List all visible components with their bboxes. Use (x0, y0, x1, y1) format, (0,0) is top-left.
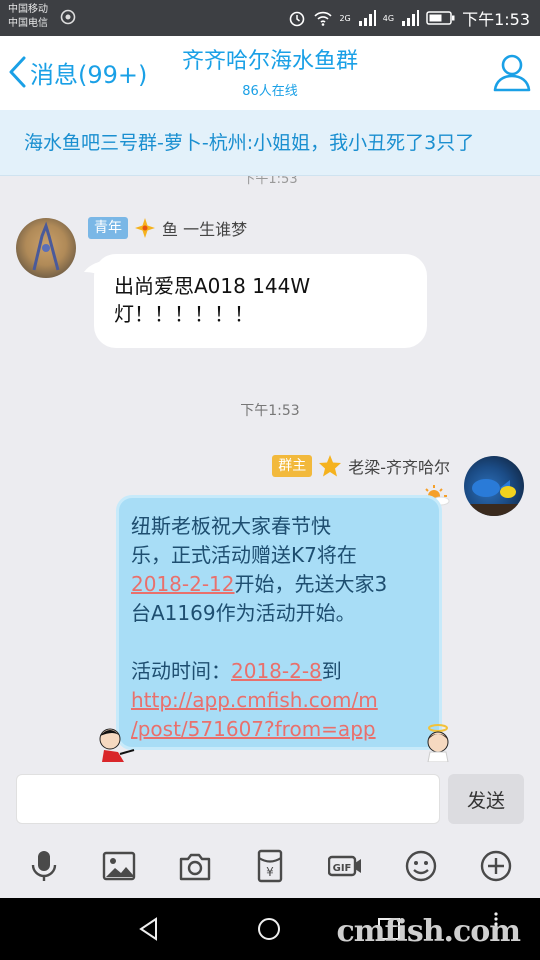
input-toolbar: ¥ GIF (0, 834, 540, 898)
image-icon (102, 851, 136, 881)
nav-back-icon[interactable] (136, 916, 162, 942)
message-text-line: http://app.cmfish.com/m (131, 686, 427, 715)
wifi-icon (314, 11, 333, 26)
message-text-fragment: 活动时间： (131, 659, 231, 683)
message-text-line: 灯！！！！！！ (114, 302, 254, 326)
sender-name: 鱼 一生谁梦 (162, 220, 248, 239)
red-packet-icon: ¥ (257, 849, 283, 883)
title-group[interactable]: 齐齐哈尔海水鱼群 86人在线 (120, 48, 420, 99)
red-packet-button[interactable]: ¥ (251, 847, 289, 885)
star-icon (319, 455, 342, 477)
chevron-left-icon (9, 56, 26, 88)
date-link[interactable]: 2018-2-12 (131, 572, 235, 596)
message-text-line: 乐，正式活动赠送K7将在 (131, 543, 357, 567)
cartoon-character-icon (99, 728, 135, 762)
svg-text:¥: ¥ (266, 865, 274, 879)
message-text-line: 2018-2-12开始，先送大家3 (131, 570, 427, 599)
url-link[interactable]: /post/571607?from=app (131, 717, 376, 741)
carrier-2: 中国电信 (8, 18, 48, 29)
avatar[interactable] (464, 456, 524, 516)
alarm-icon (290, 11, 305, 27)
message-text-line: 纽斯老板祝大家春节快 (131, 514, 331, 538)
message-text-fragment: 到 (321, 659, 342, 683)
sparkle-icon (135, 218, 155, 238)
input-bar: 发送 (0, 768, 540, 834)
avatar-image (32, 221, 60, 271)
battery-icon (426, 11, 455, 25)
group-notice[interactable]: 海水鱼吧三号群-萝卜-杭州:小姐姐，我小丑死了3只了 (0, 110, 540, 176)
gif-button[interactable]: GIF (326, 847, 364, 885)
message-input[interactable] (16, 774, 440, 824)
emoji-icon (405, 850, 437, 882)
message-text-line: 活动时间：2018-2-8到 (131, 657, 427, 686)
camera-icon (179, 853, 210, 881)
svg-text:GIF: GIF (333, 863, 352, 874)
network-type-2: 4G (382, 13, 395, 23)
plus-icon (481, 850, 512, 882)
system-nav-bar: cmfish.com (0, 898, 540, 960)
more-button[interactable] (477, 847, 515, 885)
timestamp-partial: 下午1:53 (242, 176, 298, 187)
sender-name: 老梁-齐齐哈尔 (348, 458, 450, 477)
site-watermark: cmfish.com (336, 914, 521, 949)
network-type-1: 2G (339, 13, 351, 23)
voice-button[interactable] (25, 847, 63, 885)
message-text-line: 出尚爱思A018 144W (114, 274, 311, 298)
avatar[interactable] (16, 218, 76, 278)
avatar-image (464, 479, 524, 516)
angel-character-icon (427, 724, 449, 762)
emoji-button[interactable] (402, 847, 440, 885)
gif-icon: GIF (328, 855, 362, 877)
sender-info: 群主 老梁-齐齐哈尔 (272, 454, 450, 478)
signal-icon-1 (358, 10, 376, 26)
carrier-1: 中国移动 (8, 4, 48, 15)
chat-area[interactable]: 下午1:53 青年 鱼 一生谁梦 出尚爱思A018 144W 灯！！！！！！ 下… (0, 176, 540, 768)
nav-home-icon[interactable] (256, 916, 282, 942)
message-text-fragment: 开始，先送大家3 (234, 572, 388, 596)
timestamp: 下午1:53 (240, 403, 300, 419)
message-text-line: /post/571607?from=app (131, 715, 427, 744)
online-count: 86人在线 (242, 84, 298, 99)
owner-badge: 群主 (272, 455, 313, 477)
status-bar: 中国移动 中国电信 2G 4G 下午1:53 (0, 0, 540, 36)
microphone-icon (31, 851, 56, 881)
sender-info: 青年 鱼 一生谁梦 (88, 216, 247, 240)
message-bubble[interactable]: 纽斯老板祝大家春节快 乐，正式活动赠送K7将在 2018-2-12开始，先送大家… (116, 495, 442, 750)
group-title: 齐齐哈尔海水鱼群 (181, 49, 358, 74)
carrier-info: 中国移动 中国电信 (8, 3, 48, 31)
app-notification-icon (60, 9, 76, 25)
camera-button[interactable] (176, 847, 214, 885)
date-link[interactable]: 2018-2-8 (231, 659, 322, 683)
group-members-icon[interactable] (488, 50, 534, 96)
url-link[interactable]: http://app.cmfish.com/m (131, 688, 378, 712)
image-button[interactable] (100, 847, 138, 885)
status-right: 2G 4G 下午1:53 (287, 0, 530, 36)
send-button[interactable]: 发送 (448, 774, 524, 824)
level-badge: 青年 (88, 217, 128, 239)
message-text-line: 台A1169作为活动开始。 (131, 601, 356, 625)
signal-icon-2 (402, 10, 420, 26)
chat-header: 消息(99+) 齐齐哈尔海水鱼群 86人在线 (0, 36, 540, 110)
status-time: 下午1:53 (462, 10, 530, 29)
message-bubble[interactable]: 出尚爱思A018 144W 灯！！！！！！ (94, 254, 427, 348)
